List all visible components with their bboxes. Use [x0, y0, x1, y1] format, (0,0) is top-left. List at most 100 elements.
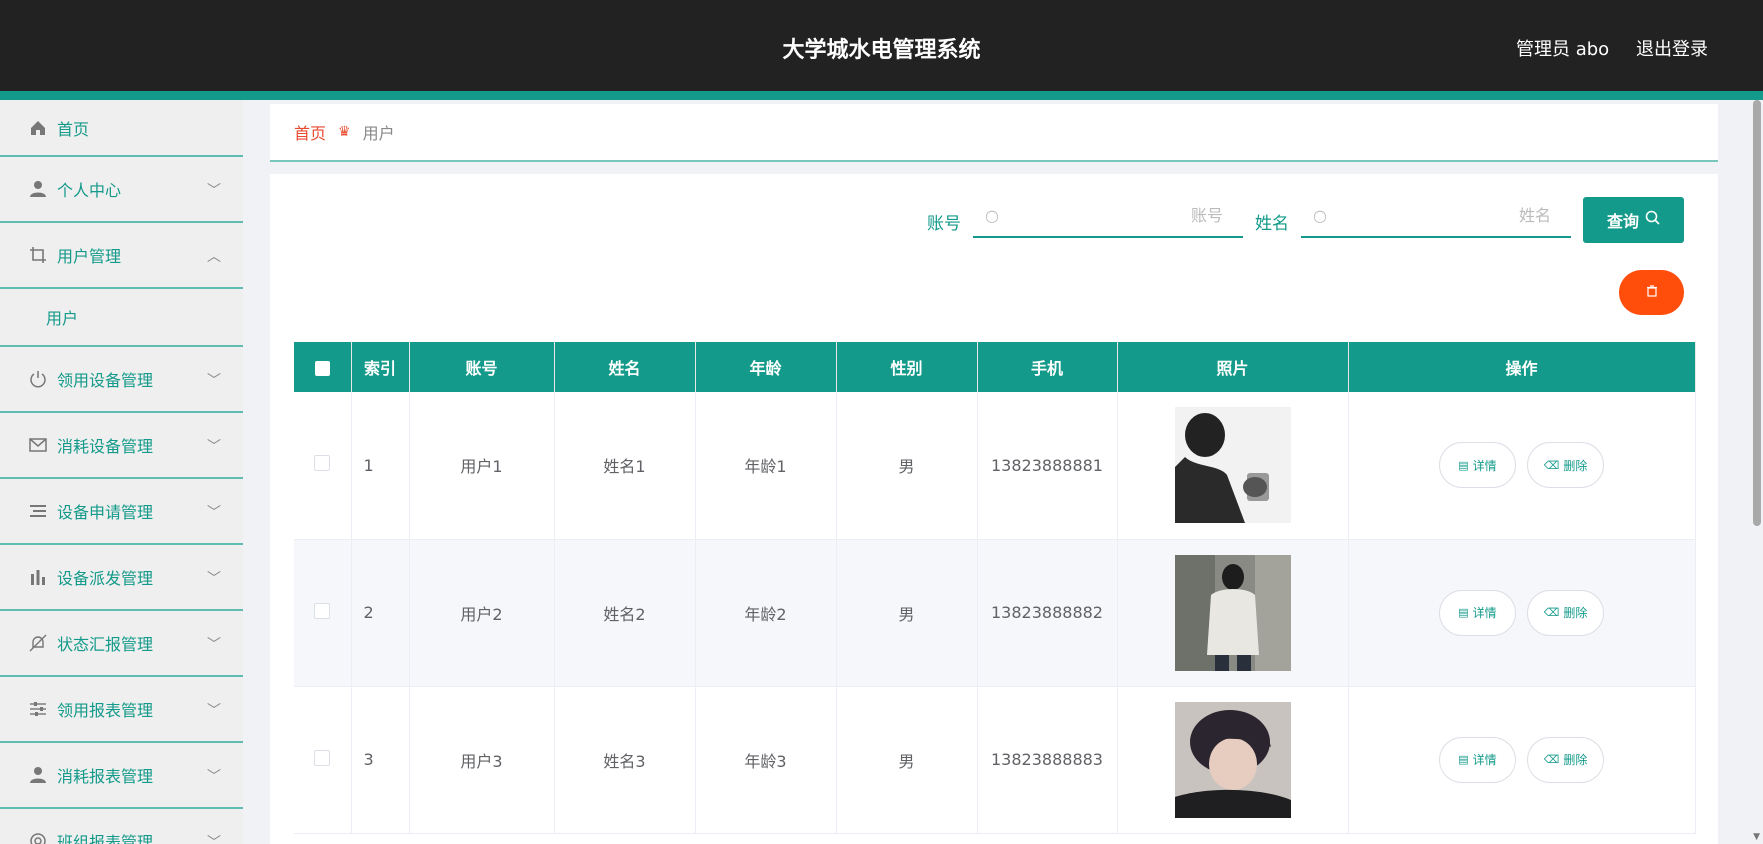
bar-chart-icon [28, 567, 48, 587]
delete-button[interactable]: ⌫ 删除 [1527, 736, 1605, 783]
breadcrumb-separator-icon: ♛ [338, 124, 351, 140]
detail-button[interactable]: ▤ 详情 [1438, 589, 1516, 636]
sidebar-item-team-report[interactable]: 班组报表管理 ﹀ [0, 809, 243, 844]
chevron-down-icon: ﹀ [207, 439, 221, 455]
logout-link[interactable]: 退出登录 [1636, 35, 1708, 61]
document-icon: ▤ [1458, 753, 1469, 766]
user-icon [28, 765, 48, 785]
scroll-down-icon[interactable]: ▼ [1753, 832, 1760, 842]
chevron-down-icon: ﹀ [207, 637, 221, 653]
chevron-down-icon: ﹀ [207, 505, 221, 521]
sidebar-item-label: 班组报表管理 [57, 833, 154, 844]
account-cell: 用户1 [409, 392, 555, 540]
name-cell: 姓名3 [554, 686, 696, 834]
phone-cell: 13823888883 [977, 686, 1118, 834]
sidebar-item-consume-report[interactable]: 消耗报表管理 ﹀ [0, 743, 243, 809]
photo-cell [1117, 392, 1349, 540]
row-checkbox[interactable] [314, 455, 331, 472]
sidebar-item-label: 消耗设备管理 [57, 437, 154, 456]
name-search-label: 姓名 [1255, 214, 1289, 234]
delete-label: 删除 [1563, 458, 1588, 473]
row-checkbox[interactable] [314, 749, 331, 766]
mail-icon [28, 435, 48, 455]
index-cell: 1 [351, 392, 410, 540]
account-cell: 用户3 [409, 686, 555, 834]
detail-label: 详情 [1472, 606, 1497, 620]
power-icon [28, 369, 48, 389]
delete-button[interactable]: ⌫ 删除 [1527, 442, 1605, 489]
page-scrollbar[interactable] [1753, 100, 1761, 526]
sidebar-item-device-apply[interactable]: 设备申请管理 ﹀ [0, 479, 243, 545]
account-search-label: 账号 [927, 214, 961, 234]
name-cell: 姓名1 [554, 392, 696, 540]
chevron-up-icon: ︿ [207, 249, 221, 265]
document-icon: ▤ [1458, 458, 1469, 472]
trash-icon: ⌫ [1543, 458, 1560, 472]
actions-cell: ▤ 详情 ⌫ 删除 [1348, 686, 1696, 834]
user-icon [28, 179, 48, 199]
table-row: 3 用户3 姓名3 年龄3 男 13823888883 ▤ 详情 ⌫ 删除 [294, 686, 1696, 834]
document-icon: ▤ [1458, 606, 1469, 619]
row-select-cell [294, 686, 352, 834]
user-photo [1174, 407, 1291, 524]
table-row: 1 用户1 姓名1 年龄1 男 13823888881 ▤ 详情 ⌫ 删除 [294, 392, 1696, 540]
sidebar-item-status-report[interactable]: 状态汇报管理 ﹀ [0, 611, 243, 677]
name-search-input[interactable] [1332, 205, 1571, 225]
column-header: 索引 [351, 342, 410, 392]
account-search-input[interactable] [1004, 205, 1243, 225]
gender-cell: 男 [836, 392, 978, 540]
detail-button[interactable]: ▤ 详情 [1438, 442, 1516, 489]
row-checkbox[interactable] [314, 602, 331, 619]
trash-icon [1646, 284, 1658, 301]
account-search-box: ○ [973, 194, 1243, 238]
sliders-icon [28, 699, 48, 719]
sidebar-item-consume-device[interactable]: 消耗设备管理 ﹀ [0, 413, 243, 479]
breadcrumb: 首页 ♛ 用户 [270, 104, 1718, 162]
detail-button[interactable]: ▤ 详情 [1438, 736, 1516, 783]
actions-cell: ▤ 详情 ⌫ 删除 [1348, 392, 1696, 540]
sidebar-item-label: 首页 [57, 119, 90, 139]
account-cell: 用户2 [409, 539, 555, 687]
sidebar-item-home[interactable]: 首页 [0, 100, 243, 157]
sidebar-item-device-dispatch[interactable]: 设备派发管理 ﹀ [0, 545, 243, 611]
sidebar-item-label: 个人中心 [57, 181, 122, 200]
select-all-checkbox[interactable] [314, 360, 330, 376]
column-header: 手机 [977, 342, 1118, 392]
header-accent-line [0, 91, 1763, 100]
column-header: 账号 [409, 342, 555, 392]
user-photo [1174, 554, 1291, 671]
trash-icon: ⌫ [1543, 753, 1560, 766]
sidebar-subitem-user[interactable]: 用户 [0, 289, 243, 347]
gender-cell: 男 [836, 686, 978, 834]
chevron-down-icon: ﹀ [207, 571, 221, 587]
top-header: 大学城水电管理系统 管理员 abo 退出登录 [0, 0, 1763, 91]
user-photo [1174, 701, 1291, 818]
phone-cell: 13823888882 [977, 539, 1118, 687]
query-button-label: 查询 [1606, 214, 1639, 231]
index-cell: 3 [351, 686, 410, 834]
column-header: 年龄 [695, 342, 837, 392]
batch-delete-button[interactable] [1619, 270, 1684, 315]
main-content: 账号 ○ 姓名 ○ 查询 索引 账号 姓名 年龄 性别 [270, 174, 1718, 844]
phone-cell: 13823888881 [977, 392, 1118, 540]
search-icon [1645, 210, 1660, 230]
sidebar-item-borrow-device[interactable]: 领用设备管理 ﹀ [0, 347, 243, 413]
name-search-box: ○ [1301, 194, 1571, 238]
table-row: 2 用户2 姓名2 年龄2 男 13823888882 ▤ 详情 ⌫ 删除 [294, 539, 1696, 687]
sidebar-item-borrow-report[interactable]: 领用报表管理 ﹀ [0, 677, 243, 743]
sidebar-item-label: 用户管理 [57, 247, 122, 266]
delete-button[interactable]: ⌫ 删除 [1527, 589, 1605, 636]
list-icon [28, 501, 48, 521]
sidebar-item-profile[interactable]: 个人中心 ﹀ [0, 157, 243, 223]
sidebar-item-label: 领用设备管理 [57, 371, 154, 390]
index-cell: 2 [351, 539, 410, 687]
breadcrumb-home[interactable]: 首页 [294, 120, 326, 144]
sidebar-item-label: 设备申请管理 [57, 503, 154, 522]
query-button[interactable]: 查询 [1583, 197, 1684, 243]
chevron-down-icon: ﹀ [207, 373, 221, 389]
sidebar: 首页 个人中心 ﹀ 用户管理 ︿ 用户 领用设备管理 ﹀ 消耗设备管理 ﹀ 设备… [0, 100, 243, 844]
age-cell: 年龄3 [695, 686, 837, 834]
row-select-cell [294, 392, 352, 540]
sidebar-item-user-management[interactable]: 用户管理 ︿ [0, 223, 243, 289]
chevron-down-icon: ﹀ [207, 183, 221, 199]
